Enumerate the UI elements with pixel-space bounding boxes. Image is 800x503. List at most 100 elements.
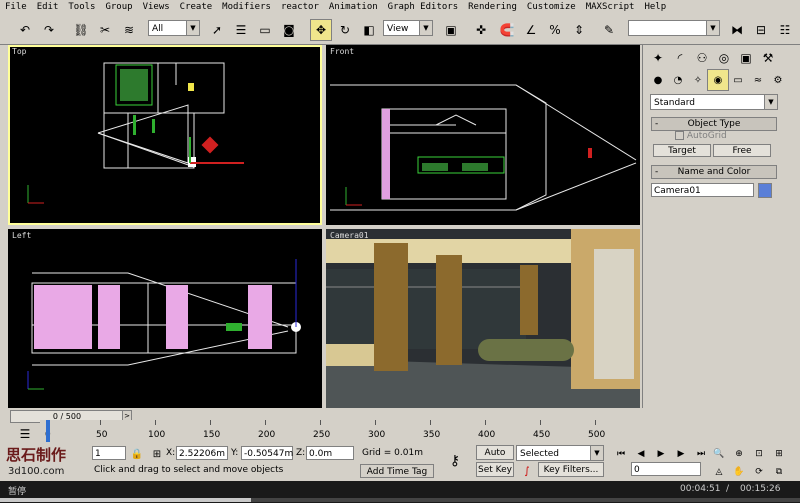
autogrid-checkbox[interactable]: AutoGrid — [675, 131, 727, 141]
set-key-button[interactable]: Set Key — [476, 462, 514, 477]
helpers-icon[interactable]: ▭ — [727, 69, 749, 91]
viewport-label-left[interactable]: Left — [12, 231, 31, 240]
reference-coordinate-dropdown[interactable]: View ▼ — [383, 20, 433, 36]
align-icon[interactable]: ⊟ — [750, 19, 772, 41]
track-tick-label: 350 — [423, 430, 441, 440]
z-coordinate-field[interactable]: 0.0m — [306, 446, 354, 460]
grid-size-label: Grid = 0.01m — [362, 448, 423, 458]
track-tick-label: 450 — [533, 430, 551, 440]
menu-file[interactable]: File — [0, 0, 32, 12]
menu-graph-editors[interactable]: Graph Editors — [383, 0, 463, 12]
chevron-down-icon: ▼ — [764, 95, 777, 109]
object-name-field[interactable]: Camera01 — [651, 183, 754, 197]
mirror-icon[interactable]: ⧓ — [726, 19, 748, 41]
menu-bar: File Edit Tools Group Views Create Modifiers re… — [0, 0, 800, 16]
current-time-marker[interactable] — [46, 420, 50, 442]
viewport-camera[interactable]: Camera01 — [326, 229, 640, 409]
go-to-start-icon[interactable]: ⏮ — [610, 443, 632, 465]
pan-icon[interactable]: ✋ — [728, 461, 750, 483]
default-tangent-icon[interactable]: ∫ — [516, 460, 538, 482]
viewport-label-top[interactable]: Top — [12, 47, 26, 56]
reference-coordinate-value: View — [387, 24, 409, 34]
named-selection-icon[interactable]: ✎ — [598, 19, 620, 41]
viewport-front[interactable]: Front — [326, 45, 640, 225]
key-icon[interactable]: ⚷ — [444, 450, 466, 472]
main-toolbar: ↶ ↷ ⛓ ✂ ≋ All ▼ ➚ ☰ ▭ ◙ ✥ ↻ ◧ View ▼ ▣ ✜… — [0, 16, 800, 45]
absolute-mode-icon[interactable]: ⊞ — [146, 443, 168, 465]
menu-animation[interactable]: Animation — [324, 0, 383, 12]
rectangular-selection-icon[interactable]: ▭ — [254, 19, 276, 41]
menu-customize[interactable]: Customize — [522, 0, 581, 12]
chevron-down-icon: ▼ — [419, 21, 432, 35]
orbit-icon[interactable]: ⟳ — [748, 461, 770, 483]
name-and-color-rollout[interactable]: - Name and Color — [651, 165, 777, 179]
undo-icon[interactable]: ↶ — [14, 19, 36, 41]
select-and-link-icon[interactable]: ⛓ — [70, 19, 92, 41]
geometry-icon[interactable]: ● — [647, 69, 669, 91]
x-coordinate-field[interactable]: 2.52206m — [176, 446, 228, 460]
menu-modifiers[interactable]: Modifiers — [217, 0, 276, 12]
motion-tab-icon[interactable]: ◎ — [713, 47, 735, 69]
snap-toggle-icon[interactable]: 🧲 — [496, 19, 518, 41]
auto-key-button[interactable]: Auto Key — [476, 445, 514, 473]
selection-lock-icon[interactable]: 🔒 — [126, 443, 148, 465]
menu-create[interactable]: Create — [175, 0, 218, 12]
space-warps-icon[interactable]: ≈ — [747, 69, 769, 91]
menu-views[interactable]: Views — [138, 0, 175, 12]
current-frame-field[interactable]: 0 — [631, 462, 701, 476]
progress-fill — [0, 498, 251, 502]
pivot-center-icon[interactable]: ▣ — [440, 19, 462, 41]
utilities-tab-icon[interactable]: ⚒ — [757, 47, 779, 69]
systems-icon[interactable]: ⚙ — [767, 69, 789, 91]
add-time-tag-button[interactable]: Add Time Tag — [360, 464, 434, 478]
viewport-label-front[interactable]: Front — [330, 47, 354, 56]
redo-icon[interactable]: ↷ — [38, 19, 60, 41]
menu-tools[interactable]: Tools — [63, 0, 100, 12]
menu-help[interactable]: Help — [639, 0, 671, 12]
select-and-move-icon[interactable]: ✥ — [310, 19, 332, 41]
cameras-icon[interactable]: ◉ — [707, 69, 729, 91]
unlink-icon[interactable]: ✂ — [94, 19, 116, 41]
menu-reactor[interactable]: reactor — [276, 0, 324, 12]
menu-maxscript[interactable]: MAXScript — [581, 0, 640, 12]
create-tab-icon[interactable]: ✦ — [647, 47, 669, 69]
object-color-swatch[interactable] — [758, 183, 772, 198]
track-bar[interactable]: 0 50 100 150 200 250 300 350 400 450 500 — [40, 420, 610, 442]
selection-filter-dropdown[interactable]: All ▼ — [148, 20, 200, 36]
object-type-rollout[interactable]: - Object Type — [651, 117, 777, 131]
spinner-snap-icon[interactable]: ⇕ — [568, 19, 590, 41]
bind-space-warp-icon[interactable]: ≋ — [118, 19, 140, 41]
maximize-viewport-icon[interactable]: ⧉ — [768, 461, 790, 483]
chevron-down-icon: ▼ — [706, 21, 719, 35]
category-dropdown[interactable]: Standard ▼ — [650, 94, 778, 110]
select-by-name-icon[interactable]: ☰ — [230, 19, 252, 41]
target-button[interactable]: Target — [653, 144, 711, 157]
shapes-icon[interactable]: ◔ — [667, 69, 689, 91]
viewport-label-camera[interactable]: Camera01 — [330, 231, 369, 240]
viewport-left[interactable]: Left — [8, 229, 322, 409]
lights-icon[interactable]: ✧ — [687, 69, 709, 91]
free-button[interactable]: Free — [713, 144, 771, 157]
y-coordinate-field[interactable]: -0.50547m — [241, 446, 293, 460]
display-tab-icon[interactable]: ▣ — [735, 47, 757, 69]
modify-tab-icon[interactable]: ◜ — [669, 47, 691, 69]
key-filters-button[interactable]: Key Filters... — [538, 462, 604, 477]
percent-snap-icon[interactable]: % — [544, 19, 566, 41]
viewport-top[interactable]: Top — [8, 45, 322, 225]
menu-rendering[interactable]: Rendering — [463, 0, 522, 12]
mini-curve-editor-icon[interactable]: ☰ — [14, 423, 36, 445]
window-crossing-icon[interactable]: ◙ — [278, 19, 300, 41]
hierarchy-tab-icon[interactable]: ⚇ — [691, 47, 713, 69]
menu-edit[interactable]: Edit — [32, 0, 64, 12]
named-selection-sets-dropdown[interactable]: ▼ — [628, 20, 720, 36]
select-and-manipulate-icon[interactable]: ✜ — [470, 19, 492, 41]
layer-manager-icon[interactable]: ☷ — [774, 19, 796, 41]
angle-snap-icon[interactable]: ∠ — [520, 19, 542, 41]
select-and-rotate-icon[interactable]: ↻ — [334, 19, 356, 41]
select-and-scale-icon[interactable]: ◧ — [358, 19, 380, 41]
progress-track[interactable] — [0, 498, 800, 502]
key-mode-dropdown[interactable]: Selected ▼ — [516, 445, 604, 461]
select-object-icon[interactable]: ➚ — [206, 19, 228, 41]
menu-group[interactable]: Group — [100, 0, 137, 12]
field-of-view-icon[interactable]: ◬ — [708, 461, 730, 483]
